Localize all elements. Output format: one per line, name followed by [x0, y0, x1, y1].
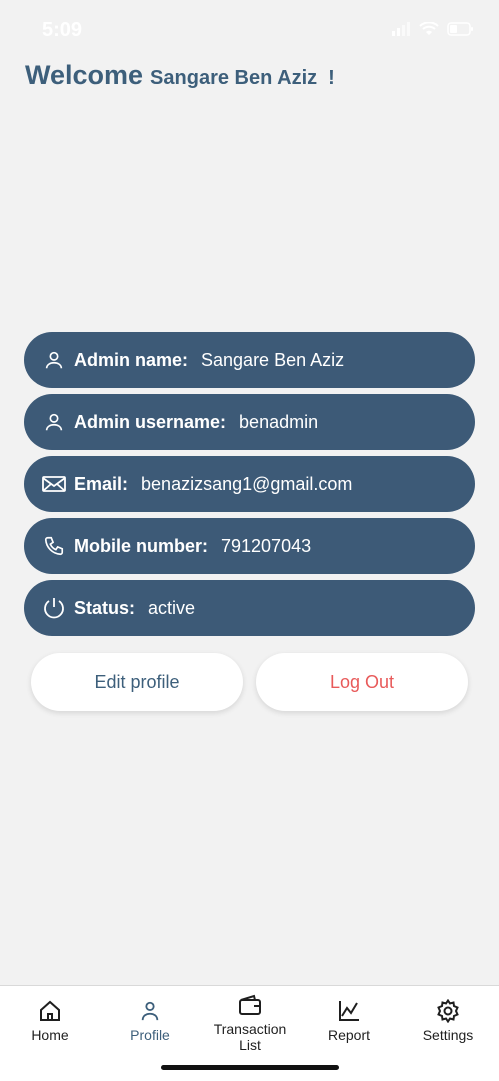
- admin-name-label: Admin name:: [74, 349, 189, 370]
- tab-settings[interactable]: Settings: [398, 986, 498, 1056]
- welcome-exclaim: !: [328, 67, 335, 89]
- admin-name-card: Admin name: Sangare Ben Aziz: [24, 332, 475, 388]
- battery-icon: [447, 22, 473, 36]
- admin-username-card: Admin username: benadmin: [24, 394, 475, 450]
- welcome-header: Welcome Sangare Ben Aziz !: [25, 60, 335, 91]
- tab-home-label: Home: [31, 1027, 69, 1043]
- tab-transaction-list-label: Transaction List: [213, 1021, 287, 1053]
- mobile-number-card: Mobile number: 791207043: [24, 518, 475, 574]
- welcome-user-name: Sangare Ben Aziz: [150, 67, 318, 89]
- wallet-icon: [238, 992, 262, 1018]
- tab-home[interactable]: Home: [0, 986, 100, 1056]
- home-icon: [38, 998, 62, 1024]
- admin-name-value: Sangare Ben Aziz: [201, 349, 345, 370]
- status-bar: 5:09: [0, 0, 499, 58]
- mobile-number-label: Mobile number:: [74, 535, 208, 556]
- email-value: benazizsang1@gmail.com: [141, 473, 353, 494]
- status-time: 5:09: [42, 19, 83, 41]
- power-icon: [42, 596, 66, 620]
- person-icon: [42, 410, 66, 434]
- status-value: active: [148, 597, 196, 618]
- email-card: Email: benazizsang1@gmail.com: [24, 456, 475, 512]
- admin-username-value: benadmin: [239, 411, 319, 432]
- status-icons: [391, 22, 475, 36]
- edit-profile-button[interactable]: Edit profile: [31, 653, 243, 711]
- tab-settings-label: Settings: [422, 1027, 474, 1043]
- welcome-word: Welcome: [25, 60, 144, 90]
- tab-report[interactable]: Report: [299, 986, 399, 1056]
- chart-icon: [337, 998, 361, 1024]
- tab-transaction-list[interactable]: Transaction List: [200, 986, 300, 1056]
- tab-profile-label: Profile: [130, 1027, 170, 1043]
- signal-icon: [392, 22, 410, 36]
- tab-profile[interactable]: Profile: [100, 986, 200, 1056]
- gear-icon: [436, 998, 460, 1024]
- person-icon: [42, 348, 66, 372]
- mail-icon: [42, 472, 66, 496]
- status-label: Status:: [74, 597, 136, 618]
- status-card: Status: active: [24, 580, 475, 636]
- admin-username-label: Admin username:: [74, 411, 227, 432]
- tab-report-label: Report: [327, 1027, 371, 1043]
- mobile-number-value: 791207043: [221, 535, 312, 556]
- log-out-button[interactable]: Log Out: [256, 653, 468, 711]
- phone-icon: [42, 534, 66, 558]
- wifi-icon: [419, 22, 439, 35]
- home-indicator: [161, 1065, 339, 1070]
- person-icon: [139, 998, 161, 1024]
- email-label: Email:: [74, 473, 129, 494]
